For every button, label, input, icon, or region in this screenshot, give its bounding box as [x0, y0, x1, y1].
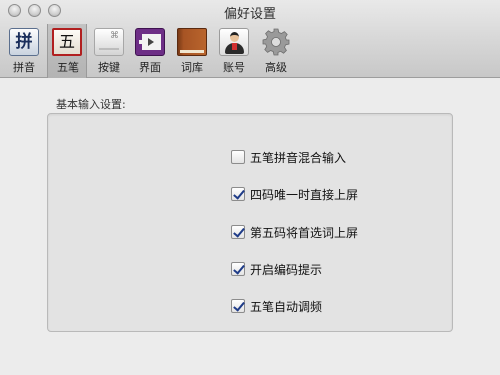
- toolbar-item-account[interactable]: 账号: [214, 24, 254, 78]
- play-icon: [148, 38, 154, 46]
- keyboard-icon: ⌘: [94, 28, 124, 56]
- toolbar-label-dictionary: 词库: [181, 61, 203, 74]
- pinyin-icon-glyph: 拼: [15, 32, 33, 52]
- wubi-icon-glyph: 五: [58, 32, 75, 51]
- interface-icon: [135, 28, 165, 56]
- label-four-code-auto-commit: 四码唯一时直接上屏: [250, 188, 359, 202]
- toolbar-item-interface[interactable]: 界面: [130, 24, 170, 78]
- checkbox-code-hints[interactable]: [231, 262, 245, 276]
- dictionary-icon: [177, 28, 207, 56]
- toolbar-item-wubi[interactable]: 五 五笔: [47, 24, 87, 78]
- checkbox-wubi-pinyin-mixed[interactable]: [231, 150, 245, 164]
- label-code-hints: 开启编码提示: [250, 263, 323, 277]
- window-title: 偏好设置: [223, 7, 276, 22]
- checkbox-four-code-auto-commit[interactable]: [231, 187, 245, 201]
- toolbar-item-advanced[interactable]: 高级: [256, 24, 296, 78]
- checkbox-wubi-auto-frequency[interactable]: [231, 299, 245, 313]
- keyboard-icon-bar: [99, 48, 119, 50]
- command-glyph: ⌘: [110, 31, 119, 41]
- gear-icon: [261, 27, 291, 57]
- basic-input-settings-box: 五笔拼音混合输入 四码唯一时直接上屏 第五码将首选词上屏 开启编码提示 五笔自动…: [47, 113, 453, 332]
- toolbar-item-pinyin[interactable]: 拼 拼音: [4, 24, 44, 78]
- toolbar-label-account: 账号: [223, 61, 245, 74]
- pinyin-icon: 拼: [9, 28, 39, 56]
- preferences-window: 偏好设置 拼 拼音 五 五笔 ⌘ 按键 界面 词库 账号 高级 基本输入设置: …: [0, 0, 500, 375]
- dictionary-icon-pages: [180, 50, 204, 53]
- account-icon: [219, 28, 249, 56]
- titlebar: 偏好设置 拼 拼音 五 五笔 ⌘ 按键 界面 词库 账号 高级: [0, 0, 500, 78]
- label-wubi-auto-frequency: 五笔自动调频: [250, 300, 323, 314]
- wubi-icon: 五: [52, 28, 82, 56]
- toolbar-item-dictionary[interactable]: 词库: [172, 24, 212, 78]
- toolbar-label-keys: 按键: [98, 61, 120, 74]
- checkbox-fifth-code-commit-first[interactable]: [231, 225, 245, 239]
- toolbar-label-wubi: 五笔: [57, 61, 79, 74]
- group-label-basic-input: 基本输入设置:: [56, 98, 126, 111]
- toolbar-label-pinyin: 拼音: [13, 61, 35, 74]
- gear-icon-svg: [262, 28, 290, 56]
- toolbar-item-keys[interactable]: ⌘ 按键: [89, 24, 129, 78]
- label-fifth-code-commit-first: 第五码将首选词上屏: [250, 226, 359, 240]
- label-wubi-pinyin-mixed: 五笔拼音混合输入: [250, 151, 347, 165]
- account-icon-head: [230, 32, 239, 42]
- toolbar-label-advanced: 高级: [265, 61, 287, 74]
- account-icon-shirt: [232, 43, 237, 50]
- toolbar-label-interface: 界面: [139, 61, 161, 74]
